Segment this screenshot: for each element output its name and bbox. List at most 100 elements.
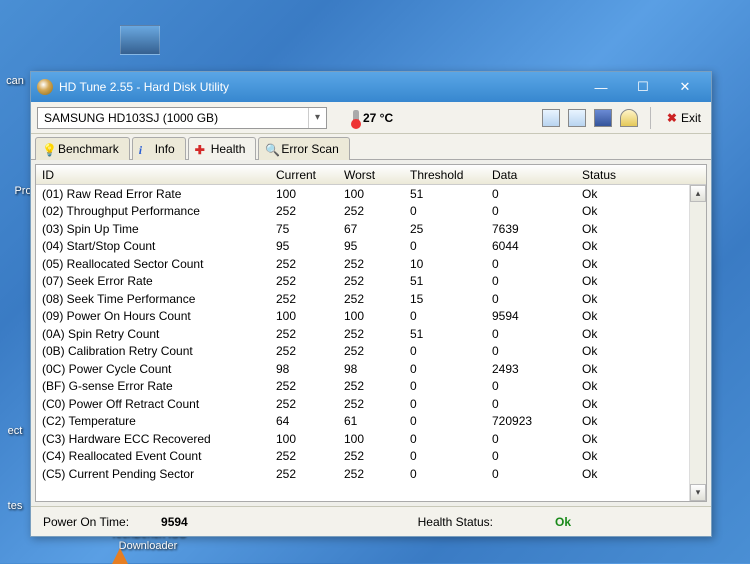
cell-data: 6044 [486, 239, 576, 253]
cell-current: 64 [270, 414, 338, 428]
health-icon: ✚ [195, 143, 207, 155]
col-worst[interactable]: Worst [338, 168, 404, 182]
desktop-icon-label: tes [8, 500, 23, 512]
close-icon: ✖ [667, 111, 677, 125]
cell-status: Ok [576, 362, 656, 376]
cell-data: 0 [486, 257, 576, 271]
cell-current: 252 [270, 397, 338, 411]
exit-button[interactable]: ✖ Exit [663, 109, 705, 127]
table-row[interactable]: (C0) Power Off Retract Count25225200Ok [36, 395, 706, 413]
table-row[interactable]: (03) Spin Up Time7567257639Ok [36, 220, 706, 238]
cell-worst: 252 [338, 204, 404, 218]
col-current[interactable]: Current [270, 168, 338, 182]
close-button[interactable]: ✕ [665, 77, 705, 97]
power-on-value: 9594 [161, 515, 188, 529]
vlc-icon[interactable] [112, 548, 128, 564]
table-row[interactable]: (08) Seek Time Performance252252150Ok [36, 290, 706, 308]
magnifier-icon: 🔍 [265, 143, 277, 155]
cell-status: Ok [576, 274, 656, 288]
maximize-button[interactable]: ☐ [623, 77, 663, 97]
cell-threshold: 51 [404, 274, 486, 288]
tab-health[interactable]: ✚ Health [188, 137, 257, 160]
health-status-value: Ok [555, 515, 571, 529]
cell-threshold: 0 [404, 379, 486, 393]
table-row[interactable]: (01) Raw Read Error Rate100100510Ok [36, 185, 706, 203]
table-row[interactable]: (07) Seek Error Rate252252510Ok [36, 273, 706, 291]
cell-worst: 98 [338, 362, 404, 376]
cell-current: 100 [270, 309, 338, 323]
scroll-up-icon[interactable]: ▴ [690, 185, 706, 202]
cell-threshold: 0 [404, 204, 486, 218]
cell-id: (C3) Hardware ECC Recovered [36, 432, 270, 446]
cell-status: Ok [576, 379, 656, 393]
drive-select[interactable]: SAMSUNG HD103SJ (1000 GB) ▾ [37, 107, 327, 129]
table-row[interactable]: (C4) Reallocated Event Count25225200Ok [36, 448, 706, 466]
table-row[interactable]: (0C) Power Cycle Count989802493Ok [36, 360, 706, 378]
cell-status: Ok [576, 344, 656, 358]
cell-data: 0 [486, 449, 576, 463]
table-row[interactable]: (C3) Hardware ECC Recovered10010000Ok [36, 430, 706, 448]
cell-current: 100 [270, 187, 338, 201]
save-icon[interactable] [594, 109, 612, 127]
cell-threshold: 0 [404, 449, 486, 463]
cell-data: 0 [486, 397, 576, 411]
cell-id: (C4) Reallocated Event Count [36, 449, 270, 463]
cell-data: 0 [486, 467, 576, 481]
info-icon: i [139, 143, 151, 155]
cell-id: (C2) Temperature [36, 414, 270, 428]
power-on-label: Power On Time: [43, 515, 129, 529]
cell-worst: 252 [338, 257, 404, 271]
col-data[interactable]: Data [486, 168, 576, 182]
cell-current: 252 [270, 274, 338, 288]
table-row[interactable]: (04) Start/Stop Count959506044Ok [36, 238, 706, 256]
health-status-label: Health Status: [418, 515, 493, 529]
cell-data: 0 [486, 292, 576, 306]
table-body: (01) Raw Read Error Rate100100510Ok(02) … [36, 185, 706, 483]
minimize-button[interactable]: — [581, 77, 621, 97]
cell-threshold: 25 [404, 222, 486, 236]
table-header: ID Current Worst Threshold Data Status [36, 165, 706, 185]
col-id[interactable]: ID [36, 168, 270, 182]
table-row[interactable]: (BF) G-sense Error Rate25225200Ok [36, 378, 706, 396]
cell-id: (07) Seek Error Rate [36, 274, 270, 288]
cell-worst: 100 [338, 309, 404, 323]
options-icon[interactable] [620, 109, 638, 127]
table-row[interactable]: (02) Throughput Performance25225200Ok [36, 203, 706, 221]
screenshot-icon[interactable] [568, 109, 586, 127]
cell-threshold: 15 [404, 292, 486, 306]
table-row[interactable]: (0A) Spin Retry Count252252510Ok [36, 325, 706, 343]
chevron-down-icon: ▾ [308, 108, 326, 128]
cell-id: (04) Start/Stop Count [36, 239, 270, 253]
cell-worst: 252 [338, 327, 404, 341]
col-threshold[interactable]: Threshold [404, 168, 486, 182]
tab-error-scan[interactable]: 🔍 Error Scan [258, 137, 349, 160]
scroll-down-icon[interactable]: ▾ [690, 484, 706, 501]
cell-current: 252 [270, 292, 338, 306]
cell-status: Ok [576, 449, 656, 463]
cell-current: 252 [270, 257, 338, 271]
cell-id: (09) Power On Hours Count [36, 309, 270, 323]
desktop-icon-network[interactable] [105, 25, 175, 58]
copy-icon[interactable] [542, 109, 560, 127]
cell-id: (BF) G-sense Error Rate [36, 379, 270, 393]
tab-benchmark[interactable]: 💡 Benchmark [35, 137, 130, 160]
table-row[interactable]: (C2) Temperature64610720923Ok [36, 413, 706, 431]
table-row[interactable]: (0B) Calibration Retry Count25225200Ok [36, 343, 706, 361]
titlebar[interactable]: HD Tune 2.55 - Hard Disk Utility — ☐ ✕ [31, 72, 711, 102]
table-row[interactable]: (09) Power On Hours Count10010009594Ok [36, 308, 706, 326]
tab-bar: 💡 Benchmark i Info ✚ Health 🔍 Error Scan [31, 134, 711, 160]
cell-id: (02) Throughput Performance [36, 204, 270, 218]
cell-id: (0C) Power Cycle Count [36, 362, 270, 376]
tab-info[interactable]: i Info [132, 137, 186, 160]
toolbar-icons [542, 109, 638, 127]
scrollbar[interactable]: ▴ ▾ [689, 185, 706, 501]
cell-worst: 61 [338, 414, 404, 428]
cell-current: 252 [270, 327, 338, 341]
col-status[interactable]: Status [576, 168, 656, 182]
cell-data: 0 [486, 204, 576, 218]
cell-current: 75 [270, 222, 338, 236]
cell-current: 95 [270, 239, 338, 253]
cell-status: Ok [576, 432, 656, 446]
table-row[interactable]: (05) Reallocated Sector Count252252100Ok [36, 255, 706, 273]
table-row[interactable]: (C5) Current Pending Sector25225200Ok [36, 465, 706, 483]
